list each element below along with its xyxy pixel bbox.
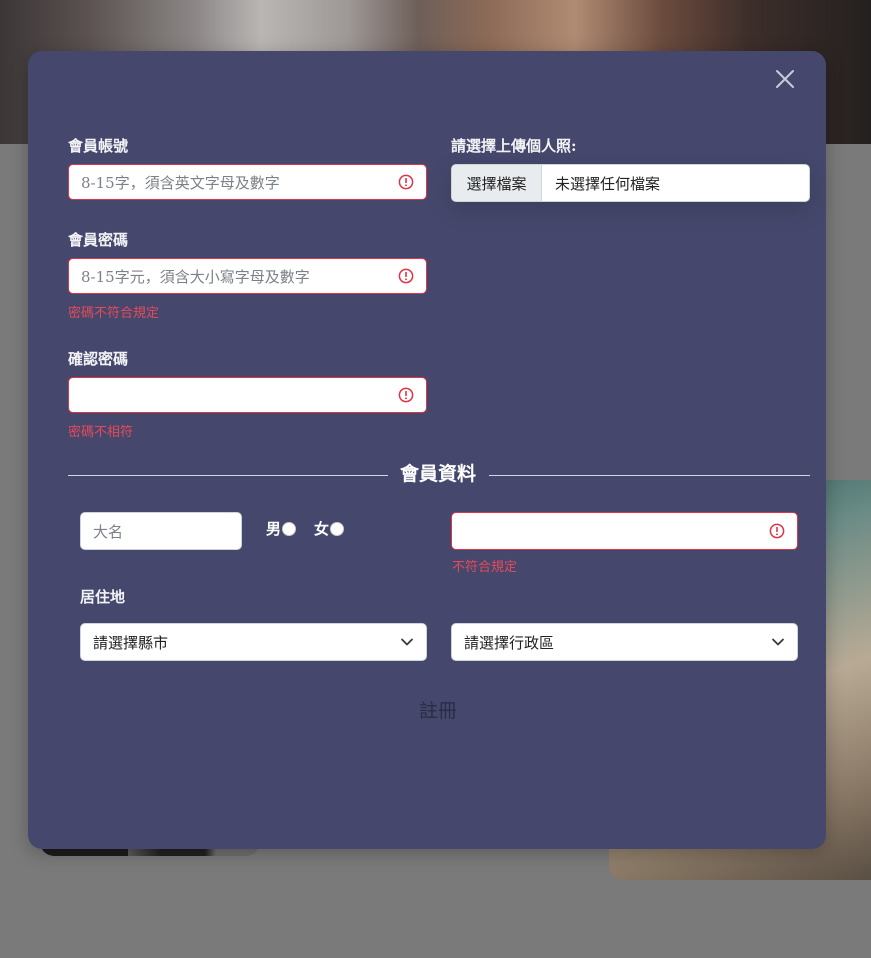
residence-label: 居住地 — [80, 588, 126, 606]
password-placeholder: 8-15字元，須含大小寫字母及數字 — [81, 267, 310, 286]
divider-right — [489, 475, 810, 476]
chevron-down-icon — [771, 635, 785, 649]
warning-icon — [769, 523, 785, 539]
password-label: 會員密碼 — [68, 231, 129, 249]
chevron-down-icon — [400, 635, 414, 649]
phone-input[interactable] — [451, 512, 798, 550]
member-info-title: 會員資料 — [399, 463, 476, 485]
close-icon[interactable] — [774, 68, 796, 90]
gender-male-option[interactable]: 男 — [266, 518, 297, 539]
gender-male-label: 男 — [266, 520, 282, 538]
confirm-password-error: 密碼不相符 — [68, 425, 134, 440]
phone-error: 不符合規定 — [452, 560, 518, 575]
warning-icon — [398, 174, 414, 190]
account-input[interactable]: 8-15字，須含英文字母及數字 — [68, 164, 427, 200]
photo-label: 請選擇上傳個人照: — [451, 137, 577, 155]
register-button[interactable]: 註冊 — [398, 691, 478, 727]
gender-male-radio[interactable] — [282, 521, 297, 536]
divider-left — [68, 475, 388, 476]
password-error: 密碼不符合規定 — [68, 306, 160, 321]
district-select-value: 請選擇行政區 — [464, 633, 555, 652]
gender-female-option[interactable]: 女 — [314, 518, 345, 539]
file-status: 未選擇任何檔案 — [555, 174, 661, 193]
district-select[interactable]: 請選擇行政區 — [451, 623, 798, 661]
register-modal: 會員帳號 8-15字，須含英文字母及數字 請選擇上傳個人照: 選擇檔案 未選擇任… — [28, 51, 826, 849]
account-label: 會員帳號 — [68, 137, 129, 155]
password-input[interactable]: 8-15字元，須含大小寫字母及數字 — [68, 258, 427, 294]
account-placeholder: 8-15字，須含英文字母及數字 — [81, 173, 280, 192]
name-placeholder: 大名 — [93, 522, 124, 541]
warning-icon — [398, 387, 414, 403]
city-select-value: 請選擇縣市 — [93, 633, 169, 652]
gender-female-radio[interactable] — [330, 521, 345, 536]
city-select[interactable]: 請選擇縣市 — [80, 623, 427, 661]
photo-file-input[interactable]: 選擇檔案 未選擇任何檔案 — [451, 164, 810, 202]
gender-female-label: 女 — [314, 520, 330, 538]
confirm-password-label: 確認密碼 — [68, 350, 129, 368]
warning-icon — [398, 268, 414, 284]
name-input[interactable]: 大名 — [80, 512, 242, 550]
confirm-password-input[interactable] — [68, 377, 427, 413]
choose-file-button[interactable]: 選擇檔案 — [452, 165, 542, 201]
